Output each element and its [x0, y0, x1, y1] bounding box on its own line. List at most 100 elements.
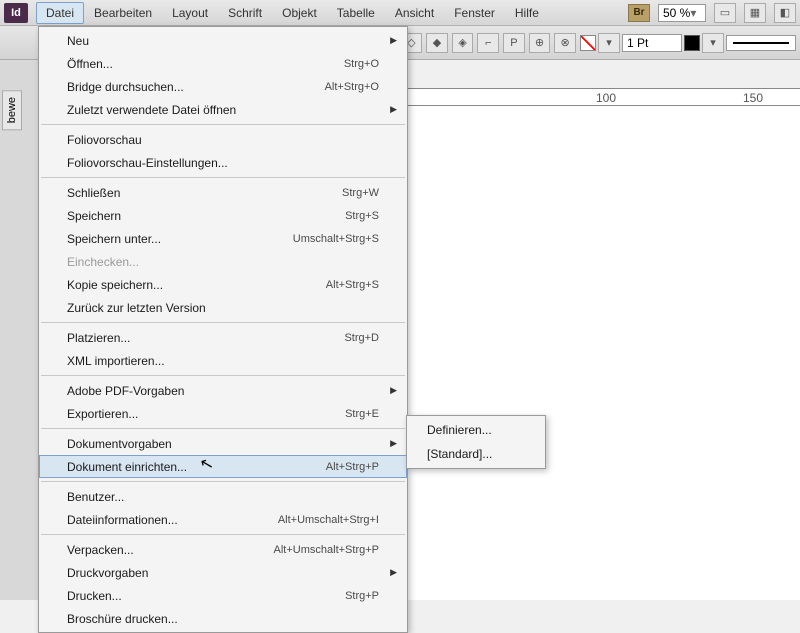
menu-item-brosch-re-drucken[interactable]: Broschüre drucken...	[39, 607, 407, 630]
menu-item-dokument-einrichten[interactable]: Dokument einrichten...Alt+Strg+P	[39, 455, 407, 478]
menu-hilfe[interactable]: Hilfe	[505, 2, 549, 24]
menu-item-neu[interactable]: Neu ▶	[39, 29, 407, 52]
menu-item-label: Drucken...	[67, 589, 345, 603]
menu-item-label: Platzieren...	[67, 331, 344, 345]
fill-swatch-none[interactable]	[580, 35, 596, 51]
menu-separator	[41, 124, 405, 125]
screen-mode-icon[interactable]: ▭	[714, 3, 736, 23]
submenu-arrow-icon: ▶	[390, 385, 397, 396]
menu-fenster[interactable]: Fenster	[444, 2, 505, 24]
menu-item-exportieren[interactable]: Exportieren...Strg+E	[39, 402, 407, 425]
menu-item-speichern-unter[interactable]: Speichern unter...Umschalt+Strg+S	[39, 227, 407, 250]
arrange-icon[interactable]: ▦	[744, 3, 766, 23]
submenu-arrow-icon: ▶	[390, 567, 397, 578]
menu-item-einchecken: Einchecken...	[39, 250, 407, 273]
menu-item-verpacken[interactable]: Verpacken...Alt+Umschalt+Strg+P	[39, 538, 407, 561]
menu-item-label: Bridge durchsuchen...	[67, 80, 325, 94]
submenu-label: [Standard]...	[427, 447, 525, 461]
anchor-icon-2[interactable]: ⊗	[554, 33, 576, 53]
menu-item-dateiinformationen[interactable]: Dateiinformationen...Alt+Umschalt+Strg+I	[39, 508, 407, 531]
stroke-dd-icon[interactable]: ▾	[702, 33, 724, 53]
menu-item-zuletzt-verwendete-datei-ffnen[interactable]: Zuletzt verwendete Datei öffnen ▶	[39, 98, 407, 121]
menu-bearbeiten[interactable]: Bearbeiten	[84, 2, 162, 24]
menu-item-foliovorschau-einstellungen[interactable]: Foliovorschau-Einstellungen...	[39, 151, 407, 174]
anchor-icon-1[interactable]: ⊕	[529, 33, 551, 53]
menu-datei[interactable]: Datei	[36, 2, 84, 24]
menu-item-platzieren[interactable]: Platzieren...Strg+D	[39, 326, 407, 349]
submenu-arrow-icon: ▶	[390, 104, 397, 115]
menu-shortcut: Strg+O	[344, 58, 379, 70]
menu-item-schlie-en[interactable]: SchließenStrg+W	[39, 181, 407, 204]
view-options-icon[interactable]: ◧	[774, 3, 796, 23]
menu-item-label: Dokument einrichten...	[67, 460, 326, 474]
menu-item-label: Foliovorschau	[67, 133, 379, 147]
menu-item-label: Neu	[67, 34, 379, 48]
menu-item-label: Dateiinformationen...	[67, 513, 278, 527]
menu-item-druckvorgaben[interactable]: Druckvorgaben ▶	[39, 561, 407, 584]
menu-shortcut: Alt+Umschalt+Strg+P	[274, 544, 379, 556]
submenu-item-standard[interactable]: [Standard]...	[407, 442, 545, 466]
p-icon[interactable]: P	[503, 33, 525, 53]
stroke-swatch-black[interactable]	[684, 35, 700, 51]
menu-schrift[interactable]: Schrift	[218, 2, 272, 24]
menu-item-label: Exportieren...	[67, 407, 345, 421]
menu-item-label: Dokumentvorgaben	[67, 437, 379, 451]
menu-shortcut: Strg+W	[342, 187, 379, 199]
panel-tab[interactable]: bewe	[2, 90, 22, 130]
menu-item-benutzer[interactable]: Benutzer...	[39, 485, 407, 508]
menu-shortcut: Alt+Umschalt+Strg+I	[278, 514, 379, 526]
menubar: Id DateiBearbeitenLayoutSchriftObjektTab…	[0, 0, 800, 26]
menu-separator	[41, 177, 405, 178]
menu-separator	[41, 375, 405, 376]
menu-shortcut: Alt+Strg+S	[326, 279, 379, 291]
menu-item-drucken[interactable]: Drucken...Strg+P	[39, 584, 407, 607]
ruler-mark: 150	[743, 91, 763, 105]
bridge-badge[interactable]: Br	[628, 4, 650, 22]
menu-ansicht[interactable]: Ansicht	[385, 2, 444, 24]
left-panel-strip: bewe	[0, 60, 40, 600]
menu-item-label: Druckvorgaben	[67, 566, 379, 580]
menu-item-bridge-durchsuchen[interactable]: Bridge durchsuchen...Alt+Strg+O	[39, 75, 407, 98]
menu-layout[interactable]: Layout	[162, 2, 218, 24]
stroke-style-field[interactable]	[726, 35, 796, 51]
zoom-field[interactable]: 50 %▾	[658, 4, 706, 22]
wrap-icon-2[interactable]: ◆	[426, 33, 448, 53]
corner-icon[interactable]: ⌐	[477, 33, 499, 53]
stroke-weight-field[interactable]: 1 Pt	[622, 34, 682, 52]
menu-shortcut: Strg+E	[345, 408, 379, 420]
menu-shortcut: Strg+D	[344, 332, 379, 344]
menu-shortcut: Umschalt+Strg+S	[293, 233, 379, 245]
fill-dd-icon[interactable]: ▾	[598, 33, 620, 53]
wrap-icon-3[interactable]: ◈	[452, 33, 474, 53]
menu-item-label: Kopie speichern...	[67, 278, 326, 292]
menu-item-foliovorschau[interactable]: Foliovorschau	[39, 128, 407, 151]
menu-item-label: Broschüre drucken...	[67, 612, 379, 626]
menu-item-label: XML importieren...	[67, 354, 379, 368]
menu-separator	[41, 481, 405, 482]
menu-item-label: Zuletzt verwendete Datei öffnen	[67, 103, 379, 117]
menu-item-label: Verpacken...	[67, 543, 274, 557]
menu-item-dokumentvorgaben[interactable]: Dokumentvorgaben ▶	[39, 432, 407, 455]
menu-shortcut: Strg+S	[345, 210, 379, 222]
file-menu-dropdown: Neu▶Öffnen...Strg+OBridge durchsuchen...…	[38, 26, 408, 633]
menu-objekt[interactable]: Objekt	[272, 2, 327, 24]
menu-item-label: Foliovorschau-Einstellungen...	[67, 156, 379, 170]
menu-item-xml-importieren[interactable]: XML importieren...	[39, 349, 407, 372]
menu-item-kopie-speichern[interactable]: Kopie speichern...Alt+Strg+S	[39, 273, 407, 296]
menu-item-label: Öffnen...	[67, 57, 344, 71]
submenu-item-definieren[interactable]: Definieren...	[407, 418, 545, 442]
menu-tabelle[interactable]: Tabelle	[327, 2, 385, 24]
app-icon: Id	[4, 3, 28, 23]
menu-separator	[41, 322, 405, 323]
submenu-arrow-icon: ▶	[390, 438, 397, 449]
submenu-label: Definieren...	[427, 423, 525, 437]
menu-item-adobe-pdf-vorgaben[interactable]: Adobe PDF-Vorgaben▶	[39, 379, 407, 402]
submenu-arrow-icon: ▶	[390, 35, 397, 46]
menu-item-label: Benutzer...	[67, 490, 379, 504]
menu-shortcut: Alt+Strg+P	[326, 461, 379, 473]
menu-item-label: Speichern	[67, 209, 345, 223]
menu-item-zur-ck-zur-letzten-version[interactable]: Zurück zur letzten Version	[39, 296, 407, 319]
topbar-right: Br 50 %▾ ▭ ▦ ◧	[628, 3, 796, 23]
menu-item-speichern[interactable]: SpeichernStrg+S	[39, 204, 407, 227]
menu-item-ffnen[interactable]: Öffnen...Strg+O	[39, 52, 407, 75]
